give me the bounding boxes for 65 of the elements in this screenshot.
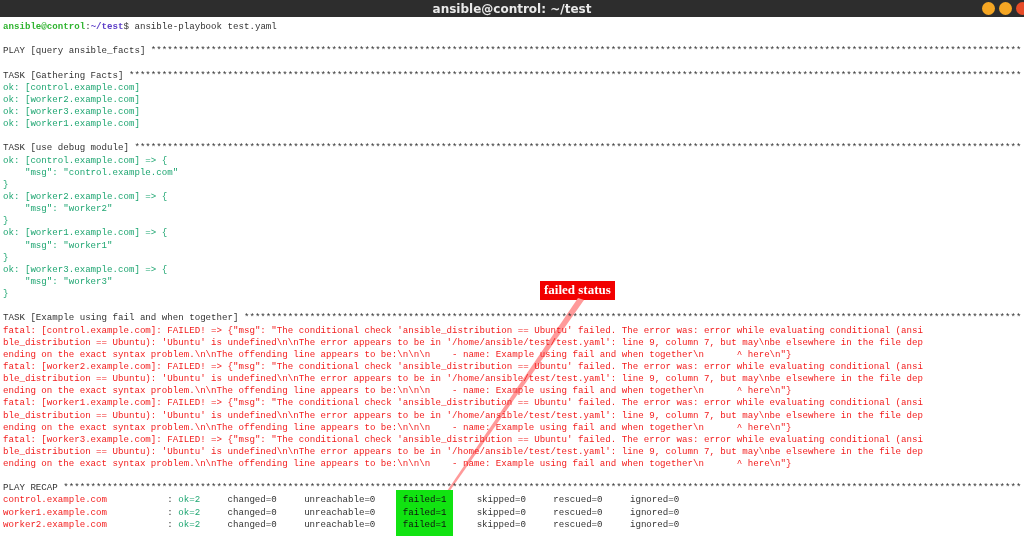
recap-ignored-count: ignored=0 xyxy=(629,494,680,507)
recap-unreachable-count: unreachable=0 xyxy=(304,506,377,519)
ok-output-line: ok: [worker1.example.com] => { xyxy=(3,227,168,240)
recap-skipped-count: skipped=0 xyxy=(476,518,527,531)
recap-skipped-count: skipped=0 xyxy=(476,506,527,519)
recap-separator: : xyxy=(167,506,174,519)
error-output-line: fatal: [worker1.example.com]: FAILED! => {"msg": "The conditional check 'ansible_distribution == Ubuntu' failed. The error was: error while evaluating conditional (ansi xyxy=(3,397,923,410)
recap-failed-count: failed=1 xyxy=(396,490,454,507)
recap-ignored-count: ignored=0 xyxy=(629,518,680,531)
recap-changed-count: changed=0 xyxy=(227,518,278,531)
section-header: TASK [Gathering Facts] ******************************************************************************************************************************************************************* xyxy=(3,69,1022,82)
section-header: PLAY [query ansible_facts] *************************************************************************************************************************************************************** xyxy=(3,45,1022,58)
recap-ignored-count: ignored=0 xyxy=(629,506,680,519)
error-output-line: fatal: [control.example.com]: FAILED! => {"msg": "The conditional check 'ansible_distribution == Ubuntu' failed. The error was: error while evaluating conditional (ansi xyxy=(3,324,923,337)
error-output-line: ending on the exact syntax problem.\n\nThe offending line appears to be:\n\n\n - name: Example using fail and when together\n ^ here\n"} xyxy=(3,385,792,398)
ok-output-line: ok: [worker3.example.com] => { xyxy=(3,263,168,276)
recap-changed-count: changed=0 xyxy=(227,506,278,519)
maximize-button[interactable] xyxy=(999,2,1012,15)
recap-changed-count: changed=0 xyxy=(227,494,278,507)
prompt-path: ~/test xyxy=(90,21,124,34)
ok-output-line: ok: [worker2.example.com] xyxy=(3,93,140,106)
ok-output-line: } xyxy=(3,251,9,264)
command-text: $ ansible-playbook test.yaml xyxy=(123,21,277,34)
ok-output-line: } xyxy=(3,215,9,228)
ok-output-line: ok: [worker1.example.com] xyxy=(3,118,140,131)
recap-rescued-count: rescued=0 xyxy=(553,518,604,531)
recap-rescued-count: rescued=0 xyxy=(553,506,604,519)
ok-output-line: ok: [worker2.example.com] => { xyxy=(3,190,168,204)
ok-output-line: "msg": "control.example.com" xyxy=(23,166,179,179)
ok-output-line: ok: [worker3.example.com] xyxy=(3,106,140,119)
recap-host: worker1.example.com xyxy=(3,506,109,519)
error-output-line: fatal: [worker2.example.com]: FAILED! => {"msg": "The conditional check 'ansible_distribution == Ubuntu' failed. The error was: error while evaluating conditional (ansi xyxy=(3,360,923,374)
ok-output-line: } xyxy=(3,288,9,301)
ok-output-line: "msg": "worker3" xyxy=(23,275,113,289)
error-output-line: ble_distribution == Ubuntu): 'Ubuntu' is undefined\n\nThe error appears to be in '/home/ansible/test/test.yaml': line 9, column 7, but may\nbe elsewhere in the file dep xyxy=(3,445,923,459)
annotation-label: failed status xyxy=(540,281,615,300)
ok-output-line: ok: [control.example.com] xyxy=(3,81,140,94)
prompt-separator: : xyxy=(85,21,91,34)
ok-output-line: "msg": "worker1" xyxy=(23,239,113,252)
error-output-line: fatal: [worker3.example.com]: FAILED! => {"msg": "The conditional check 'ansible_distribution == Ubuntu' failed. The error was: error while evaluating conditional (ansi xyxy=(3,433,923,446)
recap-separator: : xyxy=(167,518,174,531)
recap-separator: : xyxy=(167,494,174,507)
recap-skipped-count: skipped=0 xyxy=(476,494,527,507)
ok-output-line: } xyxy=(3,178,9,191)
ok-output-line: "msg": "worker2" xyxy=(23,203,113,216)
recap-ok-count: ok=2 xyxy=(178,494,202,507)
section-header: TASK [Example using fail and when together] ********************************************************************************************************************************************** xyxy=(3,312,1022,325)
recap-unreachable-count: unreachable=0 xyxy=(304,494,377,507)
error-output-line: ble_distribution == Ubuntu): 'Ubuntu' is undefined\n\nThe error appears to be in '/home/ansible/test/test.yaml': line 9, column 7, but may\nbe elsewhere in the file dep xyxy=(3,336,923,349)
error-output-line: ending on the exact syntax problem.\n\nThe offending line appears to be:\n\n\n - name: Example using fail and when together\n ^ here\n"} xyxy=(3,348,792,361)
minimize-button[interactable] xyxy=(982,2,995,15)
error-output-line: ble_distribution == Ubuntu): 'Ubuntu' is undefined\n\nThe error appears to be in '/home/ansible/test/test.yaml': line 9, column 7, but may\nbe elsewhere in the file dep xyxy=(3,373,923,386)
recap-ok-count: ok=2 xyxy=(178,506,202,519)
recap-ok-count: ok=2 xyxy=(178,518,202,531)
prompt-user-host: ansible@control xyxy=(3,21,86,34)
window-title: ansible@control: ~/test xyxy=(432,1,592,16)
recap-host: worker2.example.com xyxy=(3,518,109,531)
recap-host: control.example.com xyxy=(3,494,109,507)
error-output-line: ending on the exact syntax problem.\n\nThe offending line appears to be:\n\n\n - name: Example using fail and when together\n ^ here\n"} xyxy=(3,458,792,471)
ok-output-line: ok: [control.example.com] => { xyxy=(3,154,168,167)
recap-unreachable-count: unreachable=0 xyxy=(304,518,377,531)
error-output-line: ble_distribution == Ubuntu): 'Ubuntu' is undefined\n\nThe error appears to be in '/home/ansible/test/test.yaml': line 9, column 7, but may\nbe elsewhere in the file dep xyxy=(3,409,923,422)
recap-rescued-count: rescued=0 xyxy=(553,494,604,507)
error-output-line: ending on the exact syntax problem.\n\nThe offending line appears to be:\n\n\n - name: Example using fail and when together\n ^ here\n"} xyxy=(3,421,792,434)
section-header: TASK [use debug module] ****************************************************************************************************************************************************************** xyxy=(3,142,1022,155)
